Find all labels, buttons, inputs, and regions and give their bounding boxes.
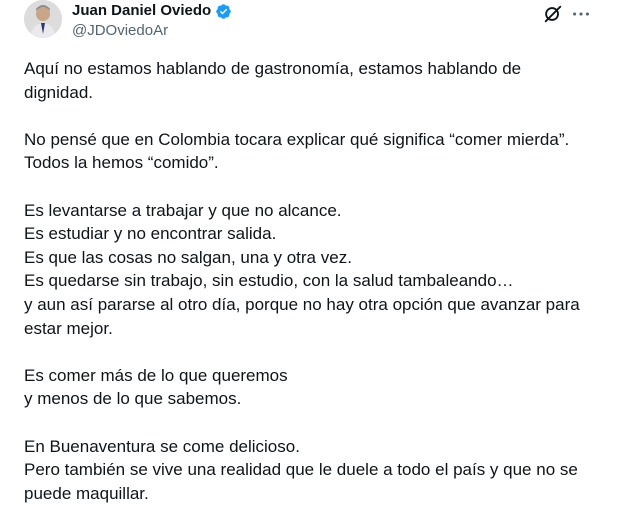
text-line: No pensé que en Colombia tocara explicar…: [24, 129, 570, 149]
user-info: Juan Daniel Oviedo @JDOviedoAr: [72, 1, 232, 41]
text-line: puede maquillar.: [24, 483, 149, 503]
more-options-icon[interactable]: [570, 3, 592, 25]
text-line: Todos la hemos “comido”.: [24, 153, 219, 173]
tweet-header: Juan Daniel Oviedo @JDOviedoAr: [24, 0, 604, 48]
text-line: Aquí no estamos hablando de gastronomía,…: [24, 59, 522, 78]
text-line: Es levantarse a trabajar y que no alcanc…: [24, 200, 342, 220]
text-line: Es quedarse sin trabajo, sin estudio, co…: [24, 271, 514, 291]
grok-icon[interactable]: [542, 3, 564, 25]
paragraph: Es levantarse a trabajar y que no alcanc…: [24, 199, 594, 341]
tweet-text: Aquí no estamos hablando de gastronomía,…: [24, 57, 594, 517]
verified-badge-icon: [215, 3, 232, 20]
avatar[interactable]: [24, 0, 62, 38]
text-line: Pero también se vive una realidad que le…: [24, 460, 578, 480]
text-line: Es comer más de lo que queremos: [24, 365, 288, 385]
text-line: En Buenaventura se come delicioso.: [24, 436, 300, 456]
text-line: y aun así pararse al otro día, porque no…: [24, 294, 580, 314]
user-handle[interactable]: @JDOviedoAr: [72, 21, 232, 41]
profile-photo: [24, 0, 62, 38]
paragraph: No pensé que en Colombia tocara explicar…: [24, 128, 594, 175]
text-line: dignidad.: [24, 82, 94, 102]
paragraph: En Buenaventura se come delicioso. Pero …: [24, 435, 594, 506]
tweet-card: Juan Daniel Oviedo @JDOviedoAr Aquí no e…: [0, 0, 619, 517]
text-line: estar mejor.: [24, 318, 113, 338]
text-line: y menos de lo que sabemos.: [24, 389, 242, 409]
text-line: Es estudiar y no encontrar salida.: [24, 224, 277, 244]
paragraph: Aquí no estamos hablando de gastronomía,…: [24, 57, 594, 104]
text-line: Es que las cosas no salgan, una y otra v…: [24, 247, 352, 267]
paragraph: Es comer más de lo que queremos y menos …: [24, 364, 594, 411]
name-row: Juan Daniel Oviedo: [72, 1, 232, 21]
display-name[interactable]: Juan Daniel Oviedo: [72, 1, 211, 21]
